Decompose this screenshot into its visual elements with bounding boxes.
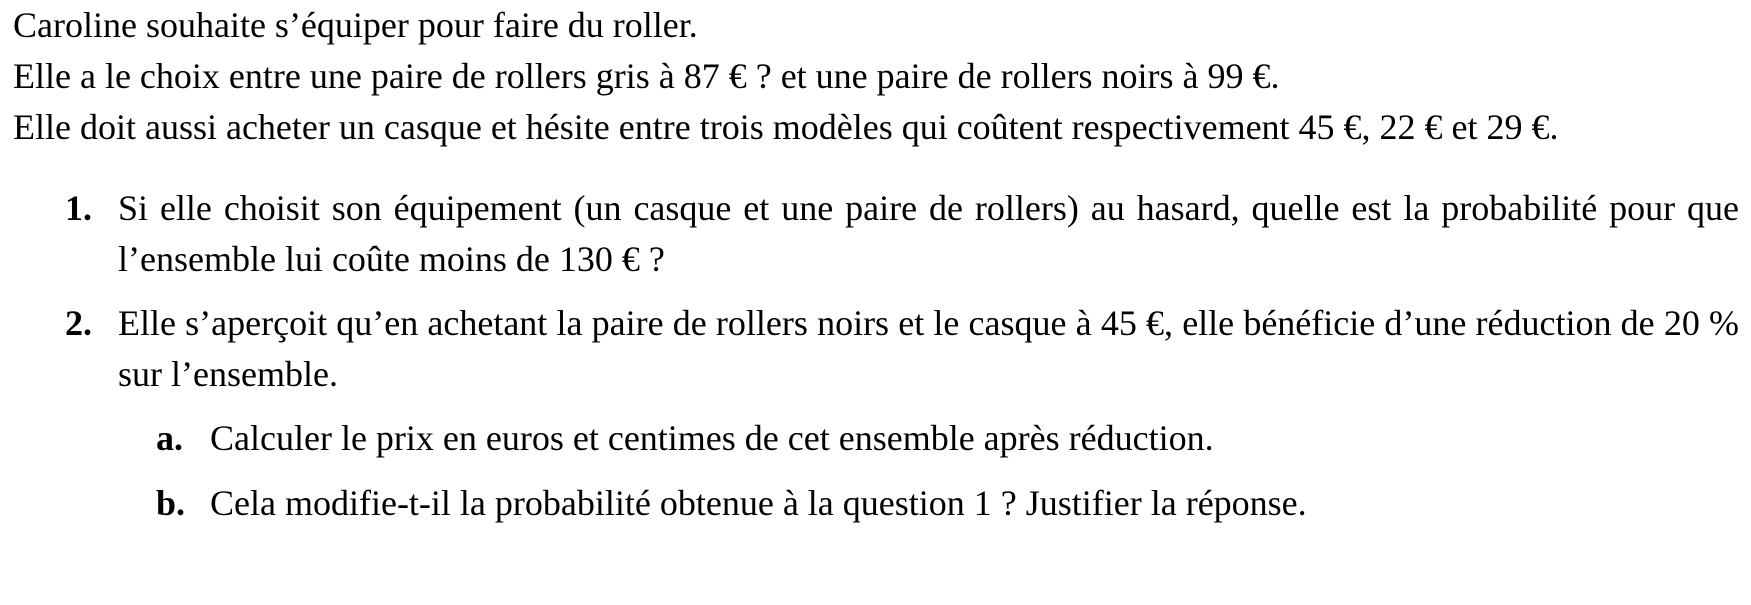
intro-line-3: Elle doit aussi acheter un casque et hés… bbox=[13, 107, 1559, 147]
question-1: 1. Si elle choisit son équipement (un ca… bbox=[13, 183, 1739, 285]
question-2a: a. Calculer le prix en euros et centimes… bbox=[13, 413, 1739, 464]
question-2: 2. Elle s’aperçoit qu’en achetant la pai… bbox=[13, 298, 1739, 400]
question-2-number: 2. bbox=[65, 303, 92, 343]
question-1-number: 1. bbox=[65, 188, 92, 228]
question-2b-letter: b. bbox=[156, 483, 186, 523]
question-2b: b. Cela modifie-t-il la probabilité obte… bbox=[13, 478, 1739, 529]
exercise-document: Caroline souhaite s’équiper pour faire d… bbox=[13, 0, 1739, 543]
intro-line-2: Elle a le choix entre une paire de rolle… bbox=[13, 56, 1280, 96]
question-2a-letter: a. bbox=[156, 418, 183, 458]
question-2b-text: Cela modifie-t-il la probabilité obtenue… bbox=[210, 483, 1307, 523]
question-2a-text: Calculer le prix en euros et centimes de… bbox=[210, 418, 1214, 458]
intro-line-1: Caroline souhaite s’équiper pour faire d… bbox=[13, 5, 698, 45]
question-1-text: Si elle choisit son équipement (un casqu… bbox=[118, 188, 1739, 279]
question-2-text: Elle s’aperçoit qu’en achetant la paire … bbox=[118, 303, 1739, 394]
